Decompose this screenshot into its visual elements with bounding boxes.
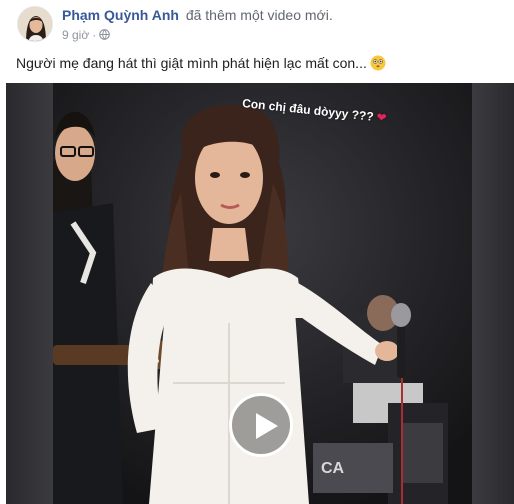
globe-icon[interactable] bbox=[99, 29, 111, 40]
video-player[interactable]: CA Con chị đâu dòyyy ??? ❤ bbox=[6, 83, 514, 504]
author-line: Phạm Quỳnh Anh đã thêm một video mới. bbox=[62, 7, 333, 23]
avatar-image bbox=[18, 7, 52, 41]
post-message-text: Người mẹ đang hát thì giật mình phát hiệ… bbox=[16, 55, 367, 71]
post-timestamp[interactable]: 9 giờ bbox=[62, 28, 89, 42]
post-action-text: đã thêm một video mới. bbox=[185, 7, 333, 23]
avatar[interactable] bbox=[17, 6, 53, 42]
author-name-link[interactable]: Phạm Quỳnh Anh bbox=[62, 7, 179, 23]
stage-sign: CA bbox=[321, 460, 345, 477]
video-blur-right bbox=[472, 83, 514, 504]
post-meta: 9 giờ · bbox=[62, 28, 111, 42]
meta-separator: · bbox=[92, 28, 97, 42]
play-button[interactable] bbox=[229, 393, 293, 457]
post-message: Người mẹ đang hát thì giật mình phát hiệ… bbox=[16, 55, 386, 71]
flushed-face-icon bbox=[370, 55, 386, 71]
video-blur-left bbox=[6, 83, 53, 504]
post-header: Phạm Quỳnh Anh đã thêm một video mới. 9 … bbox=[0, 0, 514, 48]
heart-icon: ❤ bbox=[375, 110, 388, 126]
play-icon[interactable] bbox=[256, 413, 278, 439]
